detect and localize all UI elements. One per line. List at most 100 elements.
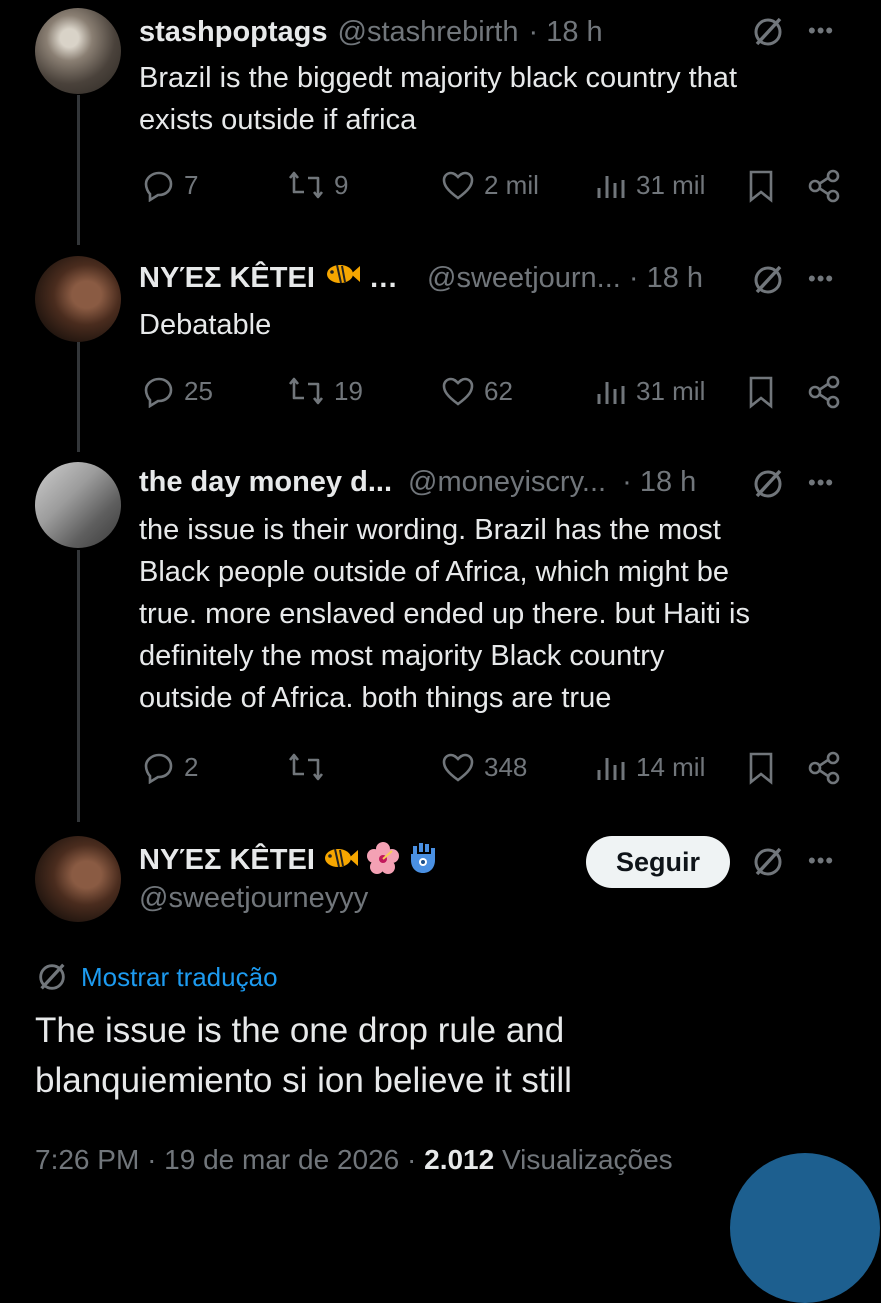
reply-button[interactable]: 2 xyxy=(142,750,198,784)
reply-count: 7 xyxy=(184,169,199,200)
like-count: 2 mil xyxy=(484,169,539,200)
hamsa-emoji xyxy=(407,840,439,881)
author-handle[interactable]: @sweetjourneyyy xyxy=(139,882,368,915)
avatar[interactable] xyxy=(35,836,121,922)
tweet-text-line: the issue is their wording. Brazil has t… xyxy=(139,514,721,546)
translate-label[interactable]: Mostrar tradução xyxy=(81,962,278,993)
fish-emoji xyxy=(323,257,361,299)
retweet-button[interactable]: 19 xyxy=(286,374,363,408)
views-button[interactable]: 14 mil xyxy=(594,750,705,784)
author-name[interactable]: stashpoptags xyxy=(139,16,328,49)
author-handle[interactable]: @sweetjourn... xyxy=(427,262,621,295)
views-count: 14 mil xyxy=(636,751,706,782)
like-button[interactable]: 348 xyxy=(440,750,527,784)
main-post-text: The issue is the one drop rule and blanq… xyxy=(35,1006,855,1106)
tweet-text: Debatable xyxy=(139,304,859,346)
retweet-button[interactable] xyxy=(286,750,334,784)
tweet-text-line: exists outside if africa xyxy=(139,104,417,136)
post-metadata: 7:26 PM · 19 de mar de 2026 · 2.012 Visu… xyxy=(35,1144,673,1176)
tweet-header: stashpoptags @stashrebirth · 18 h xyxy=(139,12,603,52)
post-time[interactable]: 7:26 PM xyxy=(35,1144,139,1175)
name-ellipsis: … xyxy=(368,261,398,294)
tweet-text-line: outside of Africa. both things are true xyxy=(139,682,612,714)
thread-line xyxy=(77,342,80,452)
author-name[interactable]: NYΈΣ KÊTEI xyxy=(139,262,315,295)
tweet-text: the issue is their wording. Brazil has t… xyxy=(139,509,859,719)
author-handle[interactable]: @stashrebirth xyxy=(338,16,519,49)
retweet-button[interactable]: 9 xyxy=(286,168,348,202)
share-icon[interactable] xyxy=(806,750,842,786)
retweet-icon xyxy=(286,750,326,784)
like-icon xyxy=(440,168,476,202)
author-handle[interactable]: @moneyiscry... xyxy=(408,466,606,499)
views-count: 31 mil xyxy=(636,375,706,406)
like-button[interactable]: 62 xyxy=(440,374,513,408)
like-count: 62 xyxy=(484,375,513,406)
grok-icon[interactable] xyxy=(750,844,786,880)
views-count: 2.012 xyxy=(424,1144,495,1175)
tweet-text: Brazil is the biggedt majority black cou… xyxy=(139,57,859,141)
grok-icon[interactable] xyxy=(750,466,786,502)
post-time[interactable]: · 18 h xyxy=(629,262,703,295)
retweet-count: 19 xyxy=(334,375,363,406)
views-icon xyxy=(594,750,628,784)
bookmark-icon[interactable] xyxy=(745,168,777,204)
retweet-icon xyxy=(286,374,326,408)
more-icon[interactable]: ••• xyxy=(808,848,834,874)
tweet-text-line: true. more enslaved ended up there. but … xyxy=(139,598,750,630)
avatar[interactable] xyxy=(35,462,121,548)
separator: · xyxy=(147,1144,165,1175)
reply-button[interactable]: 7 xyxy=(142,168,198,202)
views-button[interactable]: 31 mil xyxy=(594,374,705,408)
retweet-icon xyxy=(286,168,326,202)
tweet-text-line: Brazil is the biggedt majority black cou… xyxy=(139,62,737,94)
views-icon xyxy=(594,374,628,408)
bookmark-icon[interactable] xyxy=(745,750,777,786)
reply-icon xyxy=(142,168,176,202)
like-button[interactable]: 2 mil xyxy=(440,168,539,202)
thread-line xyxy=(77,95,80,245)
more-icon[interactable]: ••• xyxy=(808,18,834,44)
post-date[interactable]: 19 de mar de 2026 xyxy=(164,1144,399,1175)
reply-icon xyxy=(142,374,176,408)
more-icon[interactable]: ••• xyxy=(808,470,834,496)
share-icon[interactable] xyxy=(806,168,842,204)
reply-count: 25 xyxy=(184,375,213,406)
reply-button[interactable]: 25 xyxy=(142,374,213,408)
thread-line xyxy=(77,550,80,822)
avatar[interactable] xyxy=(35,8,121,94)
avatar[interactable] xyxy=(35,256,121,342)
more-icon[interactable]: ••• xyxy=(808,266,834,292)
translate-link[interactable]: Mostrar tradução xyxy=(35,960,278,994)
reply-count: 2 xyxy=(184,751,199,782)
post-time[interactable]: · 18 h xyxy=(528,16,602,49)
share-icon[interactable] xyxy=(806,374,842,410)
tweet-text-line: Black people outside of Africa, which mi… xyxy=(139,556,729,588)
grok-icon xyxy=(35,960,69,994)
hibiscus-emoji xyxy=(365,840,401,881)
main-post-text-line: blanquiemiento si ion believe it still xyxy=(35,1061,572,1100)
separator: · xyxy=(407,1144,425,1175)
grok-icon[interactable] xyxy=(750,14,786,50)
grok-icon[interactable] xyxy=(750,262,786,298)
compose-button[interactable] xyxy=(730,1153,880,1303)
fish-emoji xyxy=(321,841,359,880)
follow-button[interactable]: Seguir xyxy=(586,836,730,888)
post-time[interactable]: · 18 h xyxy=(622,466,696,499)
author-name[interactable]: the day money d... xyxy=(139,466,392,499)
reply-icon xyxy=(142,750,176,784)
tweet-header: the day money d... @moneyiscry... · 18 h xyxy=(139,462,696,502)
author-name[interactable]: NYΈΣ KÊTEI xyxy=(139,844,315,877)
like-icon xyxy=(440,374,476,408)
tweet-text-line: Debatable xyxy=(139,309,272,341)
bookmark-icon[interactable] xyxy=(745,374,777,410)
views-label: Visualizações xyxy=(501,1144,673,1175)
like-icon xyxy=(440,750,476,784)
tweet-text-line: definitely the most majority Black count… xyxy=(139,640,665,672)
tweet-meta: @sweetjourn... · 18 h xyxy=(427,258,703,298)
main-post-text-line: The issue is the one drop rule and xyxy=(35,1011,565,1050)
views-count: 31 mil xyxy=(636,169,706,200)
main-author-name-row: NYΈΣ KÊTEI xyxy=(139,840,439,880)
views-button[interactable]: 31 mil xyxy=(594,168,705,202)
like-count: 348 xyxy=(484,751,528,782)
